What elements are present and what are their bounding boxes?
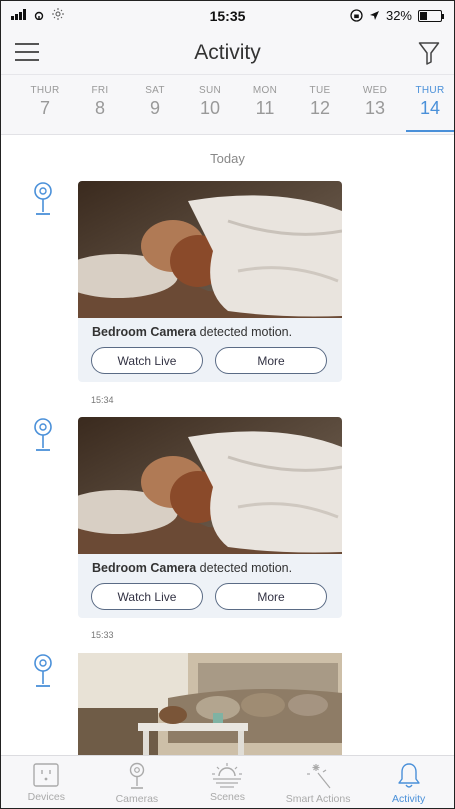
date-num: 10 — [199, 98, 221, 118]
tab-cameras[interactable]: Cameras — [92, 756, 183, 808]
location-icon — [369, 11, 379, 20]
camera-snapshot[interactable] — [78, 417, 342, 554]
tab-devices[interactable]: Devices — [1, 756, 92, 808]
sunrise-icon — [212, 763, 243, 788]
date-num: 9 — [149, 98, 160, 118]
date-num: 13 — [364, 98, 386, 118]
date-day-4[interactable]: MON 11 — [239, 85, 291, 119]
date-dow: TUE — [309, 85, 331, 96]
more-button[interactable]: More — [215, 347, 327, 374]
watch-live-button[interactable]: Watch Live — [91, 347, 203, 374]
more-button[interactable]: More — [215, 583, 327, 610]
date-strip: THUR 7 FRI 8 SAT 9 SUN 10 MON 11 TUE 12 WED 13 … — [1, 75, 454, 135]
event-actions: Watch Live More — [78, 580, 342, 618]
event-card[interactable]: Bedroom Camera detected motion. Watch Li… — [78, 417, 342, 618]
date-day-1[interactable]: FRI 8 — [74, 85, 126, 119]
tab-smart-actions[interactable]: Smart Actions — [273, 756, 364, 808]
camera-name: Bedroom Camera — [92, 561, 197, 575]
camera-snapshot[interactable] — [78, 181, 342, 318]
date-num: 14 — [419, 98, 441, 118]
event-timestamp: 15:34 — [91, 395, 114, 405]
outlet-icon — [33, 763, 59, 787]
date-dow: WED — [362, 85, 388, 96]
tab-label: Devices — [27, 791, 65, 803]
date-num: 11 — [255, 98, 275, 118]
tab-activity[interactable]: Activity — [363, 756, 454, 808]
date-day-6[interactable]: WED 13 — [349, 85, 401, 119]
event-message: detected motion. — [196, 325, 293, 339]
date-dow: SAT — [145, 85, 165, 96]
tab-label: Smart Actions — [285, 793, 351, 805]
camera-icon — [34, 418, 52, 451]
date-day-0[interactable]: THUR 7 — [19, 85, 71, 119]
watch-live-button[interactable]: Watch Live — [91, 583, 203, 610]
camera-snapshot-living-room[interactable] — [78, 653, 342, 763]
date-day-2[interactable]: SAT 9 — [129, 85, 181, 119]
date-num: 12 — [309, 98, 331, 118]
camera-icon — [34, 182, 52, 215]
lock-rotation-icon — [350, 9, 363, 22]
date-dow: THUR — [30, 85, 60, 96]
tab-label: Activity — [392, 793, 426, 805]
bell-icon — [397, 763, 420, 788]
date-dow: SUN — [198, 85, 221, 96]
header: Activity — [1, 31, 454, 75]
camera-icon — [34, 654, 52, 687]
event-description: Bedroom Camera detected motion. — [78, 318, 342, 344]
camera-icon — [129, 762, 145, 789]
phone-screen: 15:35 32% Activity THUR 7 FRI 8 SAT 9 SUN 10… — [0, 0, 455, 809]
tab-label: Cameras — [115, 793, 159, 805]
tab-bar: Devices Cameras Scenes Smart Actions Act… — [1, 755, 454, 808]
battery-icon — [418, 9, 444, 22]
event-message: detected motion. — [196, 561, 293, 575]
sparkle-icon — [307, 764, 331, 789]
section-label-today: Today — [210, 151, 245, 166]
page-title: Activity — [194, 41, 261, 64]
status-bar: 15:35 32% — [1, 1, 454, 31]
date-num: 7 — [39, 98, 50, 118]
battery-percent: 32% — [385, 8, 412, 23]
date-dow: THUR — [415, 85, 445, 96]
activity-feed[interactable]: Today Bedroom Camera detected motion. Wa… — [1, 135, 454, 763]
date-dow: MON — [252, 85, 278, 96]
camera-name: Bedroom Camera — [92, 325, 197, 339]
date-day-5[interactable]: TUE 12 — [294, 85, 346, 119]
status-right: 32% — [350, 8, 444, 23]
event-timestamp: 15:33 — [91, 630, 114, 640]
event-description: Bedroom Camera detected motion. — [78, 554, 342, 580]
event-card[interactable]: Bedroom Camera detected motion. Watch Li… — [78, 181, 342, 382]
filter-icon — [418, 42, 440, 65]
tab-label: Scenes — [209, 791, 245, 803]
date-dow: FRI — [91, 85, 109, 96]
date-day-3[interactable]: SUN 10 — [184, 85, 236, 119]
filter-button[interactable] — [418, 41, 440, 65]
tab-scenes[interactable]: Scenes — [182, 756, 273, 808]
date-num: 8 — [94, 98, 105, 118]
event-actions: Watch Live More — [78, 344, 342, 382]
date-day-7-selected[interactable]: THUR 14 — [404, 85, 454, 132]
